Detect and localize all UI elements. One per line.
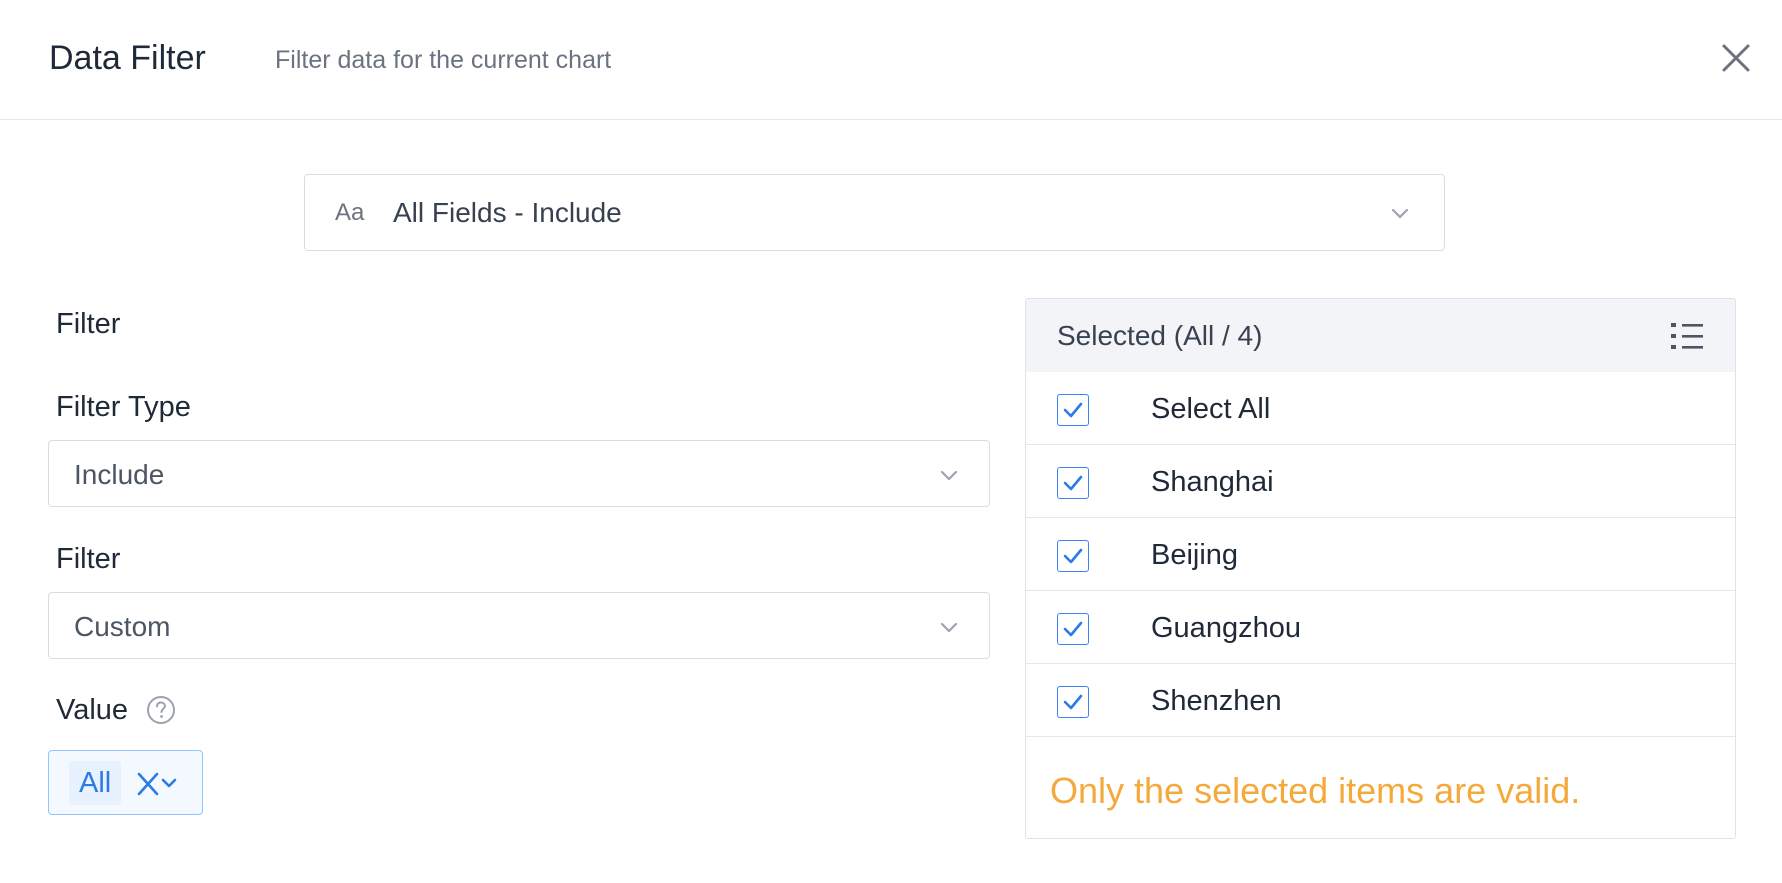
checkbox[interactable] xyxy=(1057,540,1089,572)
list-item-label: Shanghai xyxy=(1151,466,1274,498)
list-item-label: Beijing xyxy=(1151,539,1239,571)
list-item-label: Guangzhou xyxy=(1151,612,1301,644)
value-multiselect[interactable]: All xyxy=(48,750,203,815)
filter-type-value: Include xyxy=(74,459,165,490)
field-select-dropdown[interactable]: Aa All Fields - Include xyxy=(304,174,1445,251)
field-select-value: All Fields - Include xyxy=(393,197,622,228)
checkbox[interactable] xyxy=(1057,686,1089,718)
check-icon xyxy=(1063,621,1083,637)
chevron-down-icon xyxy=(940,622,958,633)
chevron-down-icon xyxy=(940,470,958,481)
list-item-beijing[interactable]: Beijing xyxy=(1026,518,1735,591)
selected-panel-header: Selected (All / 4) xyxy=(1026,299,1735,372)
data-filter-dialog: Data Filter Filter data for the current … xyxy=(0,0,1782,883)
clear-expand-icon[interactable] xyxy=(137,769,185,799)
filter-label: Filter xyxy=(56,543,121,575)
list-item-guangzhou[interactable]: Guangzhou xyxy=(1026,591,1735,664)
dialog-subtitle: Filter data for the current chart xyxy=(275,46,612,74)
value-label: Value xyxy=(56,694,129,726)
chevron-down-icon xyxy=(1391,208,1409,219)
list-item-shenzhen[interactable]: Shenzhen xyxy=(1026,664,1735,737)
list-item-shanghai[interactable]: Shanghai xyxy=(1026,445,1735,518)
close-icon xyxy=(1722,44,1750,72)
list-icon[interactable] xyxy=(1670,320,1704,352)
check-icon xyxy=(1063,475,1083,491)
check-icon xyxy=(1063,694,1083,710)
list-item-label: Shenzhen xyxy=(1151,685,1282,717)
value-tag: All xyxy=(69,761,122,805)
list-item-select-all[interactable]: Select All xyxy=(1026,372,1735,445)
selected-count-title: Selected (All / 4) xyxy=(1057,320,1263,351)
filter-value: Custom xyxy=(74,611,171,642)
list-item-label: Select All xyxy=(1151,393,1271,425)
checkbox[interactable] xyxy=(1057,394,1089,426)
selected-items-panel: Selected (All / 4) Select All Shanghai B… xyxy=(1025,298,1736,839)
dialog-header: Data Filter Filter data for the current … xyxy=(0,0,1782,120)
filter-type-select[interactable]: Include xyxy=(48,440,990,507)
close-button[interactable] xyxy=(1718,40,1754,76)
checkbox[interactable] xyxy=(1057,467,1089,499)
validity-note: Only the selected items are valid. xyxy=(1050,770,1581,811)
filter-section-label: Filter xyxy=(56,308,121,340)
dialog-title: Data Filter xyxy=(49,39,206,77)
filter-type-label: Filter Type xyxy=(56,391,191,423)
checkbox[interactable] xyxy=(1057,613,1089,645)
help-circle-icon[interactable] xyxy=(146,695,176,725)
text-type-icon: Aa xyxy=(335,199,365,226)
check-icon xyxy=(1063,402,1083,418)
check-icon xyxy=(1063,548,1083,564)
filter-select[interactable]: Custom xyxy=(48,592,990,659)
